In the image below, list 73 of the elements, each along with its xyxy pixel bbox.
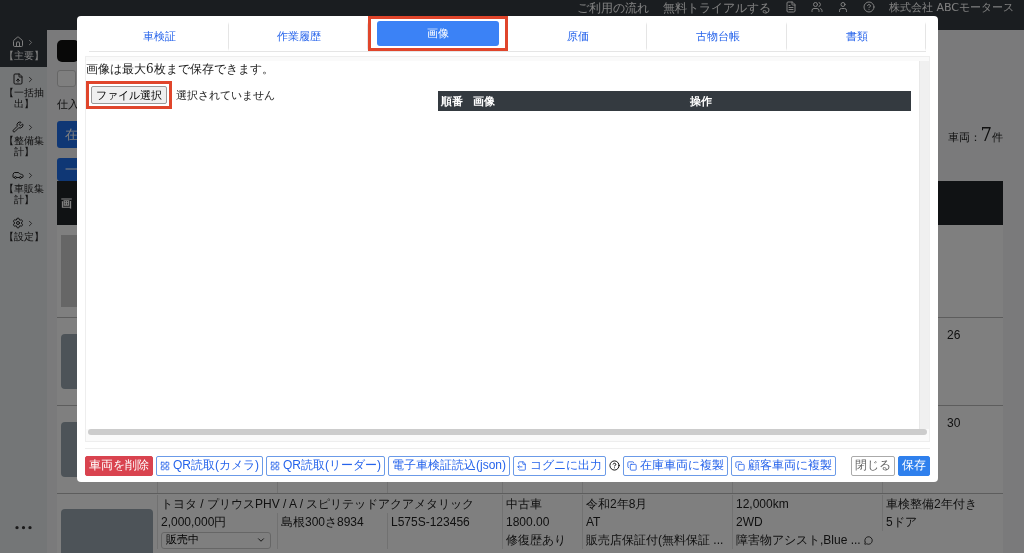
sidebar-label: 【車販集計】 (2, 183, 45, 205)
table-cell: 1800.00 (506, 515, 550, 529)
footer-button[interactable]: 在庫車両に複製 (623, 455, 728, 476)
comment-icon[interactable] (863, 535, 873, 545)
sidebar-item[interactable]: 【設定】 (0, 211, 47, 248)
logo-icon (57, 40, 79, 62)
file-export-icon (517, 460, 527, 471)
footer-button[interactable]: QR読取(カメラ) (156, 455, 263, 476)
home-icon (12, 36, 24, 48)
footer-button[interactable]: 車両を削除 (85, 455, 153, 476)
company-name[interactable]: 株式会社 ABCモータース (888, 1, 1014, 15)
chevron-icon (26, 74, 35, 84)
chevron-icon (26, 170, 35, 180)
help-icon[interactable] (609, 460, 620, 471)
table-cell: 26 (947, 328, 961, 342)
chevron-icon (26, 218, 35, 228)
tab[interactable]: 画像 (377, 21, 499, 46)
close-button[interactable]: 閉じる (851, 455, 895, 476)
footer-button[interactable]: 顧客車両に複製 (731, 455, 836, 476)
column-header: 画像 (473, 93, 496, 109)
table-cell: 12,000km (736, 497, 789, 511)
table-cell: AT (586, 515, 601, 529)
footer-button[interactable]: QR読取(リーダー) (266, 455, 385, 476)
settings-icon (12, 217, 24, 229)
users-icon[interactable] (810, 1, 823, 13)
document-icon[interactable] (784, 1, 797, 13)
table-cell: 修復歴あり (506, 531, 566, 549)
table-cell: 令和2年8月 (586, 495, 648, 513)
table-cell: 中古車 (506, 495, 542, 513)
table-cell: L575S-123456 (391, 515, 470, 529)
top-link[interactable]: ご利用の流れ (576, 1, 649, 15)
sidebar-item[interactable]: 【車販集計】 (0, 163, 47, 211)
status-select[interactable]: 販売中 (161, 531, 271, 549)
vehicle-count: 車両：7件 (947, 124, 1003, 145)
car-icon (12, 169, 24, 181)
table-cell: 5ドア (886, 513, 917, 531)
copy-icon (627, 460, 637, 471)
chevron-icon (26, 122, 35, 132)
user-icon[interactable] (836, 1, 849, 13)
more-button[interactable]: ••• (13, 522, 34, 535)
file-status: 選択されていません (176, 87, 275, 103)
table-cell: 2WD (736, 515, 763, 529)
sidebar-label: 【整備集計】 (2, 135, 45, 157)
table-cell: 島根300さ8934 (281, 513, 364, 531)
footer-button[interactable]: コグニに出力 (513, 455, 606, 476)
column-header: 順番 (441, 93, 464, 109)
sidebar-label: 【主要】 (2, 50, 45, 61)
save-button[interactable]: 保存 (898, 455, 930, 476)
table-cell: 障害物アシスト,Blue ... (736, 531, 861, 549)
chevron-icon (26, 37, 35, 47)
scrollbar[interactable] (919, 61, 929, 429)
top-link[interactable]: 無料トライアルする (662, 1, 771, 15)
sidebar-label: 【設定】 (2, 231, 45, 242)
table-cell: 30 (947, 416, 961, 430)
image-limit-note: 画像は最大6枚まで保存できます。 (86, 61, 274, 78)
file-export-icon (12, 73, 24, 85)
scrollbar[interactable] (88, 429, 927, 435)
copy-icon (735, 460, 745, 471)
sidebar-item[interactable]: 【主要】 (0, 30, 47, 67)
table-cell: 2,000,000円 (161, 513, 227, 531)
sidebar-item[interactable]: 【整備集計】 (0, 115, 47, 163)
column-header: 画 (61, 195, 72, 211)
grid-icon (270, 460, 280, 471)
grid-icon (160, 460, 170, 471)
input-field[interactable] (57, 70, 76, 87)
chevron-icon (256, 535, 266, 545)
vehicle-title: トヨタ / プリウスPHV / A / スピリテッドアクアメタリック (161, 495, 475, 513)
table-cell: 車検整備2年付き (886, 495, 977, 513)
file-select-button[interactable]: ファイル選択 (91, 86, 167, 104)
footer-button[interactable]: 電子車検証読込(json) (388, 455, 510, 476)
column-header: 操作 (690, 93, 713, 109)
wrench-icon (12, 121, 24, 133)
table-cell: 販売店保証付(無料保証 ... (586, 531, 724, 549)
